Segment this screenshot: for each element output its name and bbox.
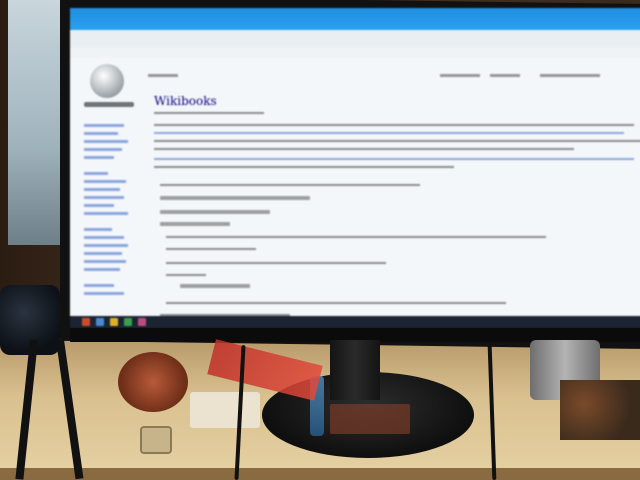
formula: [160, 210, 270, 214]
page-tab: [440, 74, 480, 77]
taskbar-app-icon: [82, 318, 90, 326]
sidebar-link: [84, 156, 114, 159]
taskbar-app-icon: [124, 318, 132, 326]
sidebar-link: [84, 172, 108, 175]
sidebar-link: [84, 132, 118, 135]
browser-tab-bar: [70, 8, 640, 30]
taskbar-app-icon: [96, 318, 104, 326]
desk-edge: [0, 468, 640, 480]
content-line: [154, 166, 454, 168]
sidebar-link: [84, 180, 126, 183]
content-line: [166, 274, 206, 276]
page-tab: [540, 74, 600, 77]
small-component: [140, 426, 172, 454]
content-line: [166, 262, 386, 264]
sidebar-link: [84, 236, 124, 239]
content-line: [154, 158, 634, 160]
taskbar-app-icon: [110, 318, 118, 326]
browser-bookmarks-bar: [70, 48, 640, 58]
content-line: [166, 248, 256, 250]
sidebar-link: [84, 188, 120, 191]
photo-scene: Wikibooks: [0, 0, 640, 480]
content-line: [154, 124, 634, 126]
sidebar-link: [84, 140, 128, 143]
content-line: [160, 184, 420, 186]
taskbar-app-icon: [138, 318, 146, 326]
sidebar-link: [84, 204, 114, 207]
desk-clutter: [560, 380, 640, 440]
content-line: [166, 236, 546, 238]
sidebar-link: [84, 124, 124, 127]
content-line: [154, 140, 640, 142]
formula: [160, 196, 310, 200]
monitor-stand-neck: [330, 340, 380, 400]
page-tab: [490, 74, 520, 77]
stand-sticker: [330, 404, 410, 434]
sidebar-link: [84, 292, 124, 295]
content-line: [154, 148, 574, 150]
formula: [160, 222, 230, 226]
sidebar-link: [84, 196, 124, 199]
sidebar-link: [84, 260, 126, 263]
sidebar-link: [84, 284, 114, 287]
content-line: [154, 112, 264, 114]
page-tab: [148, 74, 178, 77]
red-object: [118, 352, 188, 412]
white-object: [190, 392, 260, 428]
browser-address-bar: [70, 30, 640, 49]
sidebar-link: [84, 244, 128, 247]
wikipedia-globe-icon: [90, 64, 124, 98]
sidebar-link: [84, 268, 120, 271]
page-title: Wikibooks: [154, 94, 217, 108]
os-taskbar: [70, 316, 640, 328]
content-line: [154, 132, 624, 134]
monitor-screen: Wikibooks: [70, 8, 640, 328]
sidebar-link: [84, 252, 122, 255]
sidebar-link: [84, 228, 112, 231]
sidebar-link: [84, 148, 122, 151]
content-line: [166, 302, 506, 304]
sidebar-link: [84, 212, 128, 215]
formula: [180, 284, 250, 288]
wiki-wordmark: [84, 102, 134, 107]
